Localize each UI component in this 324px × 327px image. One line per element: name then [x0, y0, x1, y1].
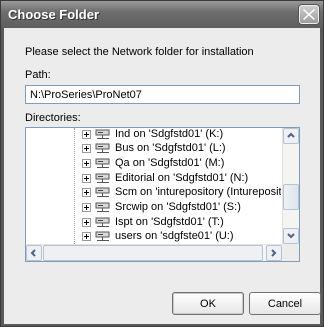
network-drive-icon [95, 156, 111, 170]
network-drive-icon [95, 141, 111, 155]
expand-plus-icon[interactable] [82, 188, 91, 197]
expand-plus-icon[interactable] [82, 232, 91, 241]
dialog-body: Please select the Network folder for ins… [4, 28, 321, 324]
tree-item-label: Ind on 'Sdgfstd01' (K:) [115, 128, 224, 140]
scrollbar-corner [282, 244, 299, 261]
horizontal-scroll-thumb[interactable] [43, 245, 263, 261]
expand-plus-icon[interactable] [82, 130, 91, 139]
tree-item-label: Srcwip on 'Sdgfstd01' (S:) [115, 201, 241, 213]
expand-plus-icon[interactable] [82, 159, 91, 168]
chevron-down-icon [287, 233, 295, 239]
tree-item-label: Bus on 'Sdgfstd01' (L:) [115, 142, 226, 154]
vertical-scrollbar[interactable] [282, 128, 299, 244]
network-drive-icon [95, 229, 111, 243]
expand-plus-icon[interactable] [82, 174, 91, 183]
chevron-left-icon [30, 249, 36, 257]
close-button[interactable] [299, 5, 319, 24]
tree-item-label: Qa on 'Sdgfstd01' (M:) [115, 157, 225, 169]
expand-plus-icon[interactable] [82, 218, 91, 227]
tree-guide-line [74, 128, 75, 244]
vertical-scroll-thumb[interactable] [283, 184, 299, 210]
network-drive-icon [95, 171, 111, 185]
network-drive-icon [95, 215, 111, 229]
network-drive-icon [95, 128, 111, 141]
tree-item-label: Ispt on 'Sdgfstd01' (T:) [115, 216, 224, 228]
scroll-up-button[interactable] [283, 128, 299, 144]
directories-label: Directories: [25, 112, 81, 124]
instruction-text: Please select the Network folder for ins… [25, 46, 254, 58]
close-icon [303, 9, 315, 20]
scroll-down-button[interactable] [283, 228, 299, 244]
network-drive-icon [95, 200, 111, 214]
path-input[interactable] [25, 85, 300, 104]
scroll-right-button[interactable] [266, 245, 282, 261]
tree-item-label: users on 'sdgfste01' (U:) [115, 230, 234, 242]
chevron-up-icon [287, 132, 295, 138]
dialog-title: Choose Folder [8, 7, 100, 22]
path-label: Path: [25, 69, 51, 81]
choose-folder-dialog: Choose Folder Please select the Network … [0, 0, 324, 327]
tree-item-label: Editorial on 'Sdgfstd01' (N:) [115, 172, 249, 184]
scroll-left-button[interactable] [26, 245, 42, 261]
cancel-button[interactable]: Cancel [249, 292, 321, 315]
directory-tree-viewport: Ind on 'Sdgfstd01' (K:) Bus on 'Sdgfstd01… [26, 128, 281, 244]
title-bar[interactable]: Choose Folder [1, 1, 323, 28]
network-drive-icon [95, 185, 111, 199]
chevron-right-icon [271, 249, 277, 257]
expand-plus-icon[interactable] [82, 203, 91, 212]
ok-button[interactable]: OK [172, 292, 244, 315]
horizontal-scrollbar[interactable] [26, 244, 282, 261]
expand-plus-icon[interactable] [82, 144, 91, 153]
tree-item-label: Scm on 'inturepository (Inturepository)'… [115, 186, 281, 198]
directory-tree[interactable]: Ind on 'Sdgfstd01' (K:) Bus on 'Sdgfstd01… [25, 127, 300, 262]
